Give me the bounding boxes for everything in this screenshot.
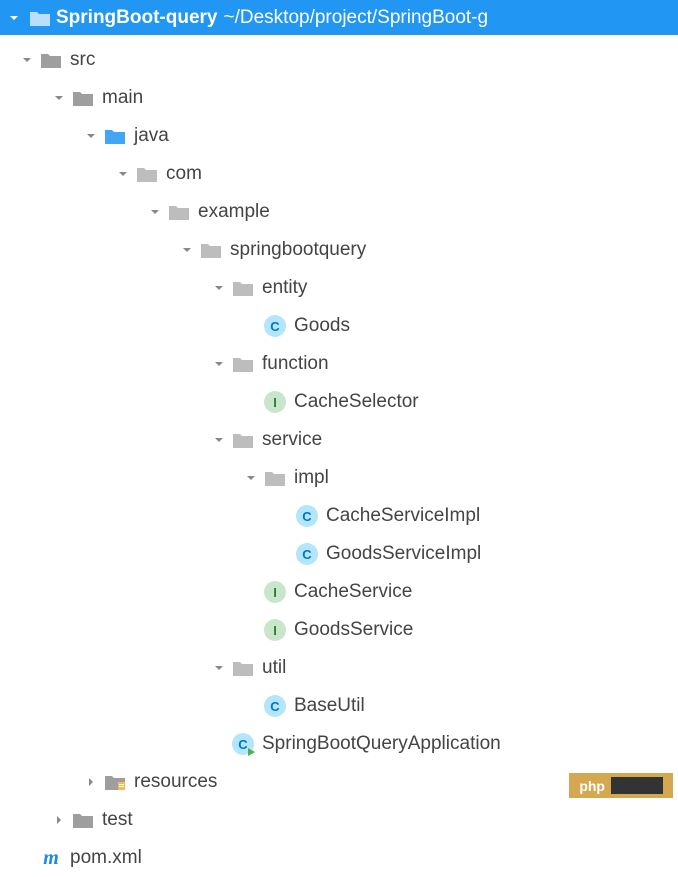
tree-item-label: BaseUtil	[294, 695, 365, 717]
tree-item[interactable]: C SpringBootQueryApplication	[0, 725, 678, 763]
tree-item-label: impl	[294, 467, 329, 489]
interface-icon: I	[264, 581, 286, 603]
tree-item-label: Goods	[294, 315, 350, 337]
tree-item[interactable]: main	[0, 79, 678, 117]
tree-item-label: CacheSelector	[294, 391, 419, 413]
tree-item-label: SpringBootQueryApplication	[262, 733, 501, 755]
tree-item-label: resources	[134, 771, 217, 793]
tree-item-label: main	[102, 87, 143, 109]
folder-icon	[72, 809, 94, 831]
tree-item[interactable]: example	[0, 193, 678, 231]
tree-item[interactable]: C GoodsServiceImpl	[0, 535, 678, 573]
watermark-badge: php 中文网	[569, 773, 673, 798]
chevron-right-icon[interactable]	[50, 811, 68, 829]
folder-icon	[72, 87, 94, 109]
chevron-down-icon[interactable]	[210, 431, 228, 449]
tree-item[interactable]: springbootquery	[0, 231, 678, 269]
chevron-down-icon[interactable]	[82, 127, 100, 145]
chevron-down-icon[interactable]	[210, 659, 228, 677]
tree-item-label: CacheService	[294, 581, 412, 603]
project-name: SpringBoot-query	[56, 7, 218, 29]
tree-item[interactable]: impl	[0, 459, 678, 497]
runnable-class-icon: C	[232, 733, 254, 755]
package-icon	[232, 353, 254, 375]
project-folder-icon	[30, 10, 50, 26]
package-icon	[232, 429, 254, 451]
chevron-down-icon[interactable]	[178, 241, 196, 259]
class-icon: C	[296, 543, 318, 565]
tree-item[interactable]: I CacheService	[0, 573, 678, 611]
tree-item-label: springbootquery	[230, 239, 366, 261]
tree-item[interactable]: I GoodsService	[0, 611, 678, 649]
tree-item[interactable]: entity	[0, 269, 678, 307]
chevron-down-icon[interactable]	[210, 355, 228, 373]
chevron-down-icon[interactable]	[18, 51, 36, 69]
tree-item-label: function	[262, 353, 329, 375]
watermark-cn: 中文网	[611, 777, 663, 794]
project-path: ~/Desktop/project/SpringBoot-g	[224, 7, 489, 29]
tree-item-label: entity	[262, 277, 307, 299]
project-header[interactable]: SpringBoot-query ~/Desktop/project/Sprin…	[0, 0, 678, 35]
interface-icon: I	[264, 391, 286, 413]
tree-item[interactable]: I CacheSelector	[0, 383, 678, 421]
tree-item-label: java	[134, 125, 169, 147]
class-icon: C	[264, 695, 286, 717]
tree-item-label: example	[198, 201, 270, 223]
package-icon	[264, 467, 286, 489]
tree-item-label: pom.xml	[70, 847, 142, 869]
tree-item-label: CacheServiceImpl	[326, 505, 480, 527]
chevron-down-icon	[5, 9, 23, 27]
tree-item-label: service	[262, 429, 322, 451]
project-tree: srcmain java com example springbootquery enti…	[0, 35, 678, 877]
chevron-down-icon[interactable]	[210, 279, 228, 297]
resources-folder-icon	[104, 771, 126, 793]
tree-item-label: util	[262, 657, 286, 679]
tree-item[interactable]: function	[0, 345, 678, 383]
package-icon	[232, 277, 254, 299]
tree-item[interactable]: com	[0, 155, 678, 193]
chevron-right-icon[interactable]	[82, 773, 100, 791]
watermark-text: php	[579, 778, 605, 794]
tree-item[interactable]: java	[0, 117, 678, 155]
chevron-down-icon[interactable]	[114, 165, 132, 183]
tree-item[interactable]: service	[0, 421, 678, 459]
package-icon	[168, 201, 190, 223]
tree-item[interactable]: C BaseUtil	[0, 687, 678, 725]
interface-icon: I	[264, 619, 286, 641]
tree-item[interactable]: util	[0, 649, 678, 687]
package-icon	[232, 657, 254, 679]
maven-icon: m	[40, 847, 62, 869]
tree-item-label: com	[166, 163, 202, 185]
tree-item[interactable]: C Goods	[0, 307, 678, 345]
tree-item[interactable]: test	[0, 801, 678, 839]
class-icon: C	[264, 315, 286, 337]
tree-item-label: GoodsServiceImpl	[326, 543, 481, 565]
tree-item-label: test	[102, 809, 133, 831]
tree-item[interactable]: m pom.xml	[0, 839, 678, 877]
tree-item[interactable]: src	[0, 41, 678, 79]
source-folder-icon	[104, 125, 126, 147]
chevron-down-icon[interactable]	[146, 203, 164, 221]
tree-item-label: src	[70, 49, 95, 71]
chevron-down-icon[interactable]	[242, 469, 260, 487]
chevron-down-icon[interactable]	[50, 89, 68, 107]
tree-item-label: GoodsService	[294, 619, 413, 641]
package-icon	[200, 239, 222, 261]
folder-icon	[40, 49, 62, 71]
tree-item[interactable]: C CacheServiceImpl	[0, 497, 678, 535]
package-icon	[136, 163, 158, 185]
class-icon: C	[296, 505, 318, 527]
